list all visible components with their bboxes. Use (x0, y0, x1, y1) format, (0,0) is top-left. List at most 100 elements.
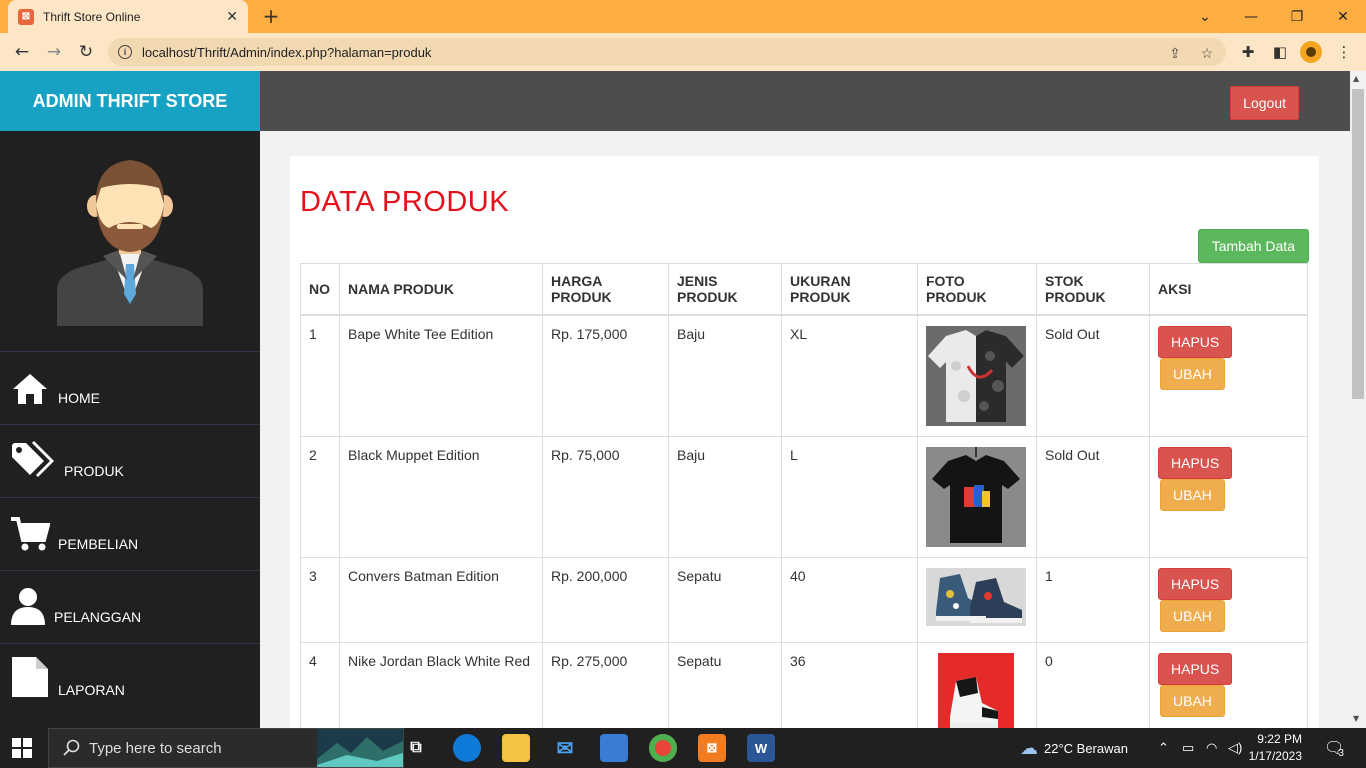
sidebar-item-pelanggan[interactable]: PELANGGAN (0, 570, 260, 643)
show-hidden-icons-icon[interactable]: ⌃ (1158, 728, 1169, 768)
cart-icon (10, 512, 50, 552)
mail-icon[interactable]: ✉ (551, 734, 579, 762)
tab-search-chevron-icon[interactable]: ⌄ (1182, 0, 1228, 33)
cell-no: 4 (300, 642, 340, 728)
column-header: HARGA PRODUK (542, 263, 669, 316)
bookmark-star-icon[interactable]: ☆ (1198, 44, 1216, 62)
edit-button[interactable]: UBAH (1160, 600, 1225, 632)
taskbar-search-box[interactable]: Type here to search (48, 728, 404, 768)
delete-button[interactable]: HAPUS (1158, 568, 1233, 600)
address-bar[interactable]: i localhost/Thrift/Admin/index.php?halam… (108, 38, 1226, 66)
add-data-button[interactable]: Tambah Data (1197, 229, 1309, 263)
top-navbar: Logout (260, 71, 1350, 131)
page-scrollbar[interactable]: ▲ ▼ (1350, 71, 1366, 728)
cell-aksi: HAPUS UBAH (1149, 436, 1308, 558)
web-page: ADMIN THRIFT STORE Logout HOME PRODUK PE… (0, 71, 1350, 728)
sidebar-item-label: LAPORAN (58, 682, 125, 698)
scroll-down-icon[interactable]: ▼ (1353, 714, 1359, 723)
sidebar-menu: HOME PRODUK PEMBELIAN PELANGGAN LAPORAN (0, 351, 260, 716)
cell-stok: Sold Out (1036, 314, 1150, 437)
clock[interactable]: 9:22 PM 1/17/2023 (1249, 728, 1302, 768)
file-explorer-icon[interactable] (502, 734, 530, 762)
tab-title: Thrift Store Online (43, 9, 141, 24)
cell-jenis: Baju (668, 314, 782, 437)
cell-foto (917, 436, 1037, 558)
xampp-icon[interactable]: ⊠ (698, 734, 726, 762)
close-window-icon[interactable]: ✕ (1320, 0, 1366, 33)
delete-button[interactable]: HAPUS (1158, 447, 1233, 479)
site-info-icon[interactable]: i (118, 45, 132, 59)
delete-button[interactable]: HAPUS (1158, 653, 1233, 685)
task-view-icon[interactable]: ⧉ (402, 734, 430, 762)
menu-kebab-icon[interactable]: ⋮ (1334, 41, 1354, 63)
minimize-icon[interactable]: — (1228, 0, 1274, 33)
content-panel: DATA PRODUK Tambah Data NO NAMA PRODUK H… (290, 156, 1319, 728)
cell-ukuran: L (781, 436, 918, 558)
column-header: NO (300, 263, 340, 316)
new-tab-icon[interactable]: + (260, 4, 282, 28)
cell-no: 2 (300, 436, 340, 558)
edge-browser-icon[interactable] (453, 734, 481, 762)
side-panel-icon[interactable]: ◧ (1270, 41, 1290, 63)
windows-taskbar: Type here to search ⧉ ✉ ⊠ W ☁ 22°C Beraw… (0, 728, 1366, 768)
close-tab-icon[interactable]: ✕ (226, 8, 238, 25)
forward-icon[interactable]: → (43, 41, 65, 63)
weather-widget[interactable]: ☁ 22°C Berawan (1020, 728, 1128, 768)
product-photo-black-tshirt (926, 447, 1026, 547)
sidebar-item-laporan[interactable]: LAPORAN (0, 643, 260, 716)
cell-nama: Black Muppet Edition (339, 436, 543, 558)
restore-icon[interactable]: ❐ (1274, 0, 1320, 33)
edit-button[interactable]: UBAH (1160, 358, 1225, 390)
notification-center-icon[interactable]: 🗨 3 (1324, 728, 1344, 768)
back-icon[interactable]: ← (11, 41, 33, 63)
column-header: JENIS PRODUK (668, 263, 782, 316)
cell-harga: Rp. 75,000 (542, 436, 669, 558)
battery-icon[interactable]: ▭ (1182, 728, 1194, 768)
sidebar-item-pembelian[interactable]: PEMBELIAN (0, 497, 260, 570)
user-icon (10, 585, 46, 625)
sidebar-item-produk[interactable]: PRODUK (0, 424, 260, 497)
reload-icon[interactable]: ↻ (75, 41, 97, 63)
table-row: 4 Nike Jordan Black White Red Rp. 275,00… (300, 642, 1308, 728)
search-highlight-image (317, 729, 403, 767)
cell-harga: Rp. 175,000 (542, 314, 669, 437)
cell-ukuran: 40 (781, 557, 918, 643)
browser-tab[interactable]: ⊠ Thrift Store Online ✕ (8, 0, 248, 33)
admin-avatar (57, 160, 203, 326)
cell-aksi: HAPUS UBAH (1149, 642, 1308, 728)
clock-date: 1/17/2023 (1248, 749, 1302, 763)
edit-button[interactable]: UBAH (1160, 685, 1225, 717)
scrollbar-thumb[interactable] (1352, 89, 1364, 399)
scroll-up-icon[interactable]: ▲ (1353, 74, 1359, 83)
column-header: NAMA PRODUK (339, 263, 543, 316)
sidebar: HOME PRODUK PEMBELIAN PELANGGAN LAPORAN (0, 131, 260, 728)
word-icon[interactable]: W (747, 734, 775, 762)
delete-button[interactable]: HAPUS (1158, 326, 1233, 358)
cell-nama: Convers Batman Edition (339, 557, 543, 643)
table-row: 3 Convers Batman Edition Rp. 200,000 Sep… (300, 557, 1308, 643)
sidebar-item-label: PEMBELIAN (58, 536, 139, 552)
microsoft-store-icon[interactable] (600, 734, 628, 762)
wifi-icon[interactable]: ◠ (1206, 728, 1217, 768)
tags-icon (10, 439, 56, 479)
windows-start-icon[interactable] (12, 738, 32, 758)
profile-avatar-icon[interactable] (1300, 41, 1322, 63)
product-photo-tshirt-camo (926, 326, 1026, 426)
sidebar-item-home[interactable]: HOME (0, 351, 260, 424)
product-table: NO NAMA PRODUK HARGA PRODUK JENIS PRODUK… (300, 263, 1308, 728)
edit-button[interactable]: UBAH (1160, 479, 1225, 511)
column-header: STOK PRODUK (1036, 263, 1150, 316)
volume-icon[interactable]: ◁) (1228, 728, 1242, 768)
page-title: DATA PRODUK (300, 186, 510, 218)
extensions-icon[interactable]: ✚ (1238, 41, 1258, 63)
sidebar-item-label: PRODUK (64, 463, 124, 479)
cell-jenis: Sepatu (668, 642, 782, 728)
sidebar-item-label: HOME (58, 390, 100, 406)
column-header: AKSI (1149, 263, 1308, 316)
chrome-icon[interactable] (649, 734, 677, 762)
share-icon[interactable]: ⇪ (1166, 44, 1184, 62)
brand-title[interactable]: ADMIN THRIFT STORE (0, 71, 260, 131)
cell-harga: Rp. 200,000 (542, 557, 669, 643)
logout-button[interactable]: Logout (1230, 86, 1299, 120)
clock-time: 9:22 PM (1257, 732, 1302, 746)
